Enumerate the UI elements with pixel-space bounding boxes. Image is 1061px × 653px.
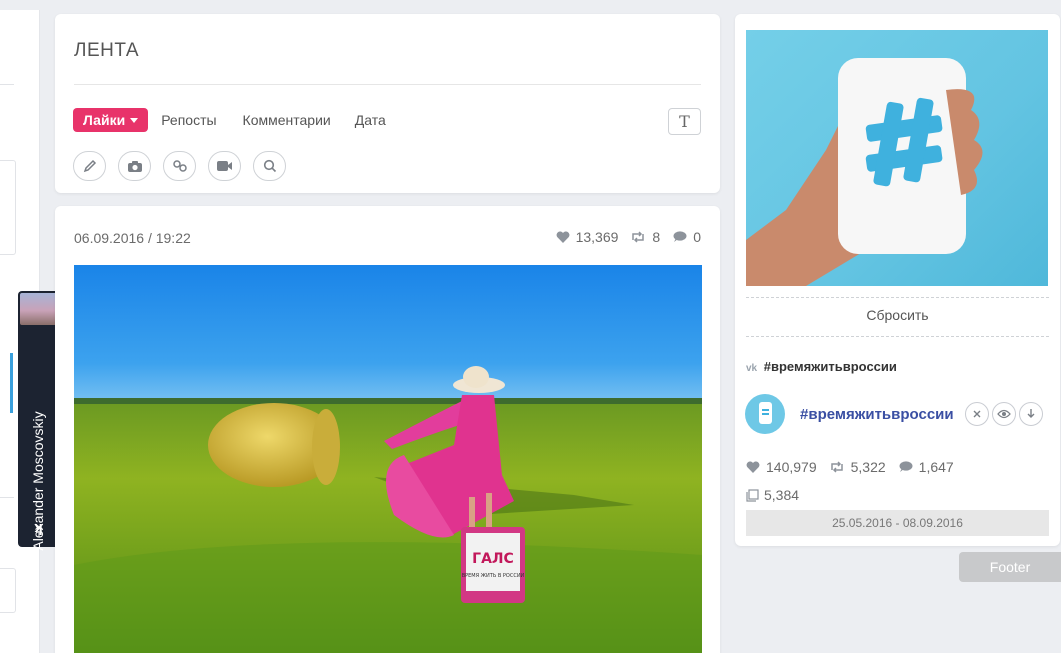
- post-photo[interactable]: ГАЛС ВРЕМЯ ЖИТЬ В РОССИИ: [74, 265, 702, 653]
- hashtag-avatar: [745, 394, 785, 434]
- tab-reposts[interactable]: Репосты: [161, 112, 216, 128]
- hashtag-posts-count: 5,384: [764, 487, 800, 503]
- content-filter-toolbar: [73, 151, 286, 181]
- post-comments-count: 0: [693, 229, 701, 245]
- footer-button[interactable]: Footer: [959, 552, 1061, 582]
- link-icon[interactable]: [163, 151, 196, 181]
- pencil-icon[interactable]: [73, 151, 106, 181]
- hashtag-row[interactable]: #времяжитьвроссии: [745, 394, 1050, 434]
- left-panel-box: [0, 160, 16, 255]
- divider: [0, 497, 14, 498]
- tab-likes[interactable]: Лайки: [73, 108, 149, 132]
- comment-icon: [899, 461, 913, 472]
- post-likes-count: 13,369: [575, 229, 619, 245]
- heart-icon: [746, 461, 760, 473]
- video-icon[interactable]: [208, 151, 241, 181]
- hashtag-posts-stat: 5,384: [746, 487, 799, 503]
- hashtag-sidebar: Сбросить vk #времяжитьвроссии #времяжить…: [735, 14, 1060, 546]
- reset-button[interactable]: Сбросить: [746, 307, 1049, 323]
- hashtag-hero-image: [746, 30, 1048, 286]
- eye-icon[interactable]: [992, 402, 1016, 426]
- download-icon[interactable]: [1019, 402, 1043, 426]
- vk-small-icon: vk: [746, 363, 758, 374]
- text-view-toggle[interactable]: T: [668, 108, 701, 135]
- post-date: 06.09.2016 / 19:22: [74, 230, 191, 246]
- hashtag-stats: 140,979 5,322 1,647: [746, 459, 954, 475]
- divider: [74, 84, 701, 85]
- suitcase-brand: ГАЛС: [472, 551, 514, 567]
- search-icon[interactable]: [253, 151, 286, 181]
- post-reposts-count: 8: [652, 229, 661, 245]
- heart-icon: [556, 231, 570, 243]
- hashtag-link[interactable]: #времяжитьвроссии: [800, 406, 954, 423]
- divider: [0, 84, 14, 85]
- post-card: 06.09.2016 / 19:22 13,369 8 0 ГАЛС ВРЕМЯ…: [55, 206, 720, 653]
- caret-down-icon: [130, 117, 139, 123]
- hashtag-text: #времяжитьвроссии: [763, 359, 897, 374]
- post-stats: 13,369 8 0: [556, 229, 701, 245]
- left-panel-box: [0, 568, 16, 613]
- author-thumbnail: [20, 293, 57, 325]
- camera-icon[interactable]: [118, 151, 151, 181]
- suitcase-caption: ВРЕМЯ ЖИТЬ В РОССИИ: [462, 573, 525, 579]
- tab-date[interactable]: Дата: [355, 112, 386, 128]
- tab-likes-label: Лайки: [83, 112, 126, 128]
- posts-icon: [746, 488, 759, 502]
- hashtag-likes-count: 140,979: [766, 459, 817, 475]
- sort-tabs: Лайки Репосты Комментарии Дата: [73, 108, 386, 132]
- divider: [746, 297, 1049, 298]
- feed-header: ЛЕНТА Лайки Репосты Комментарии Дата T: [55, 14, 720, 193]
- hashtag-reposts-count: 5,322: [850, 459, 886, 475]
- hashtag-actions: [965, 402, 1043, 426]
- comment-icon: [673, 231, 687, 242]
- hashtag-comments-count: 1,647: [918, 459, 954, 475]
- scroll-indicator: [10, 353, 13, 413]
- repost-icon: [830, 461, 843, 473]
- vk-logo-icon: ʞ: [34, 519, 43, 536]
- repost-icon: [632, 231, 645, 243]
- hashtag-label: vk #времяжитьвроссии: [746, 359, 897, 374]
- page-title: ЛЕНТА: [74, 40, 140, 61]
- tab-comments[interactable]: Комментарии: [243, 112, 331, 128]
- date-range: 25.05.2016 - 08.09.2016: [746, 510, 1049, 536]
- remove-icon[interactable]: [965, 402, 989, 426]
- divider: [746, 336, 1049, 337]
- vk-author-badge[interactable]: Alexander Moscovskiy ʞ: [18, 291, 66, 551]
